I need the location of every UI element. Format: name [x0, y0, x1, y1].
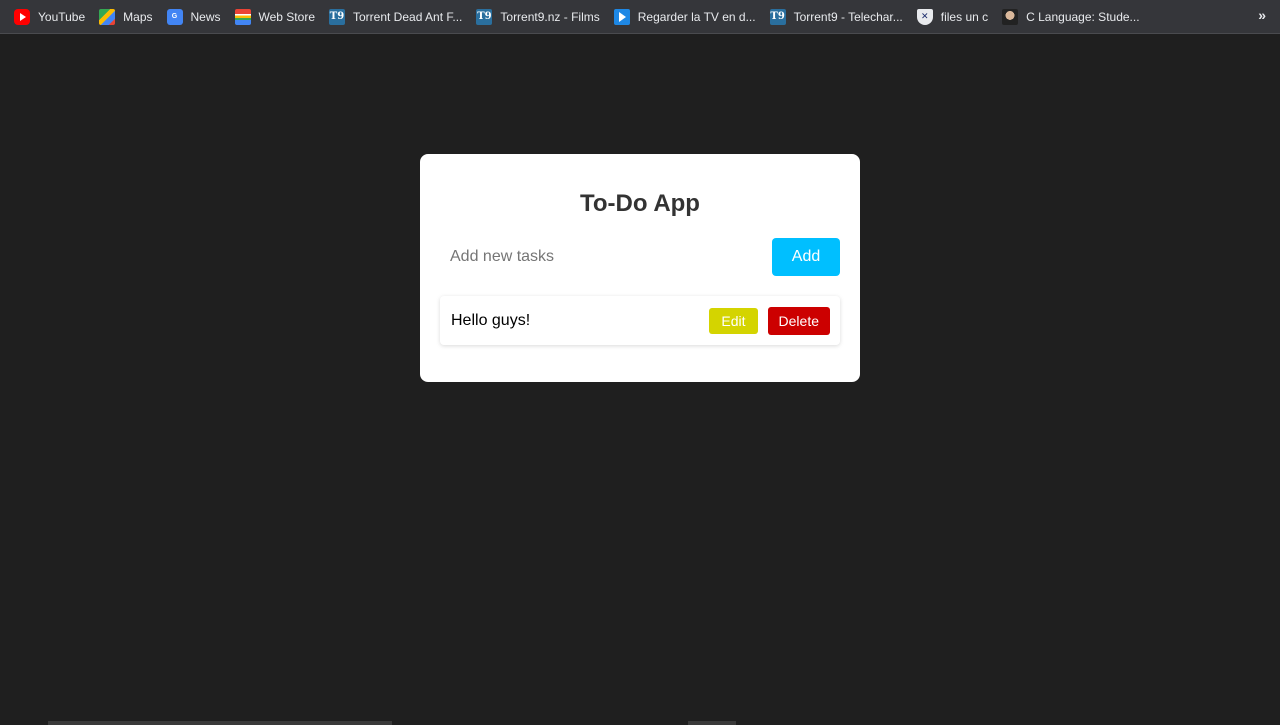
- bookmark-news[interactable]: G News: [161, 3, 227, 31]
- task-list: Hello guys! Edit Delete: [440, 296, 840, 345]
- web-store-icon: [234, 8, 251, 25]
- task-text: Hello guys!: [451, 311, 531, 329]
- task-item: Hello guys! Edit Delete: [440, 296, 840, 345]
- bookmarks-bar: YouTube Maps G News Web Store T9 Torrent…: [0, 0, 1280, 34]
- t9-icon: T9: [329, 8, 345, 25]
- bookmark-label: Regarder la TV en d...: [637, 9, 756, 24]
- bookmark-files-un-c[interactable]: ✕ files un c: [911, 3, 994, 31]
- bookmark-label: Web Store: [258, 9, 315, 24]
- news-icon: G: [166, 8, 183, 25]
- avatar-icon: [1002, 8, 1019, 25]
- task-input-row: Add: [440, 238, 840, 276]
- bookmark-c-language[interactable]: C Language: Stude...: [996, 3, 1145, 31]
- bookmark-label: files un c: [940, 9, 989, 24]
- bookmark-label: Torrent9 - Telechar...: [793, 9, 903, 24]
- play-icon: [613, 8, 630, 25]
- bookmark-regarder-tv[interactable]: Regarder la TV en d...: [608, 3, 762, 31]
- bookmark-label: Maps: [123, 9, 153, 24]
- more-bookmarks-chevron-icon[interactable]: »: [1258, 7, 1266, 23]
- bookmark-label: YouTube: [38, 9, 86, 24]
- bookmark-label: C Language: Stude...: [1026, 9, 1140, 24]
- t9-icon: T9: [476, 8, 493, 25]
- edit-button[interactable]: Edit: [709, 307, 758, 334]
- bookmark-label: Torrent9.nz - Films: [500, 9, 600, 24]
- bookmark-youtube[interactable]: YouTube: [8, 3, 91, 31]
- todo-card: To-Do App Add Hello guys! Edit Delete: [420, 154, 860, 382]
- bookmark-label: Torrent Dead Ant F...: [353, 9, 463, 24]
- scroll-indicator: [688, 721, 736, 725]
- t9-icon: T9: [769, 8, 786, 25]
- delete-button[interactable]: Delete: [767, 306, 830, 335]
- shield-icon: ✕: [916, 8, 933, 25]
- bookmark-web-store[interactable]: Web Store: [229, 3, 321, 31]
- bookmark-torrent9-films[interactable]: T9 Torrent9.nz - Films: [470, 3, 605, 31]
- bookmark-torrent-dead-ant[interactable]: T9 Torrent Dead Ant F...: [323, 3, 468, 31]
- youtube-icon: [14, 8, 30, 25]
- bookmark-maps[interactable]: Maps: [93, 3, 158, 31]
- bookmark-torrent9-telechar[interactable]: T9 Torrent9 - Telechar...: [764, 3, 909, 31]
- bookmark-label: News: [190, 9, 221, 24]
- app-title: To-Do App: [580, 190, 700, 217]
- task-input[interactable]: [440, 238, 772, 276]
- add-button[interactable]: Add: [772, 238, 840, 276]
- horizontal-scrollbar[interactable]: [48, 721, 392, 725]
- maps-icon: [99, 8, 116, 25]
